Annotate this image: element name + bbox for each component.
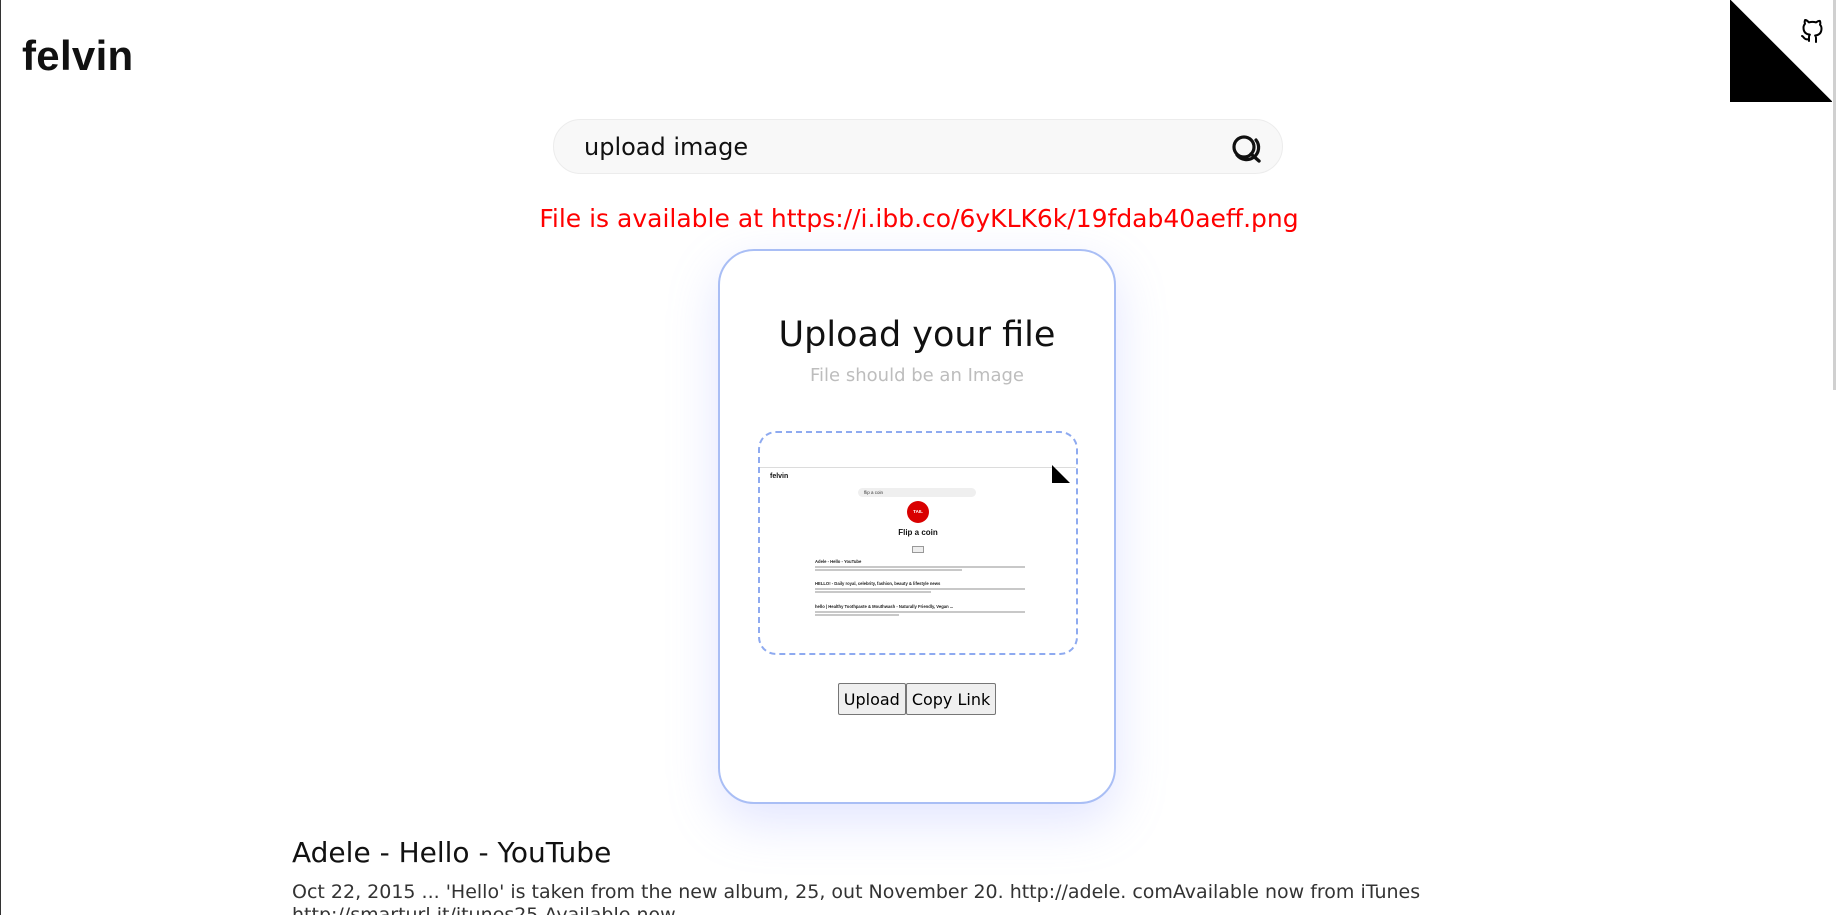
image-preview: felvin flip a coin TAIL Flip a coin Adel… — [760, 433, 1076, 653]
search-button[interactable] — [1228, 130, 1264, 166]
result-snippet: Oct 22, 2015 ... 'Hello' is taken from t… — [292, 881, 1421, 915]
search-result: Adele - Hello - YouTube Oct 22, 2015 ...… — [292, 836, 1452, 915]
file-drop-zone[interactable]: felvin flip a coin TAIL Flip a coin Adel… — [758, 431, 1078, 655]
preview-coin: TAIL — [907, 501, 929, 523]
upload-card-subtitle: File should be an Image — [810, 365, 1024, 386]
preview-result: hello | Healthy Toothpaste & Mouthwash -… — [815, 604, 1025, 616]
preview-result-title: hello | Healthy Toothpaste & Mouthwash -… — [815, 604, 954, 609]
site-logo[interactable]: felvin — [22, 32, 134, 80]
upload-status-message: File is available at https://i.ibb.co/6y… — [539, 204, 1299, 233]
preview-result-title: HELLO! - Daily royal, celebrity, fashion… — [815, 581, 941, 586]
preview-logo: felvin — [770, 473, 789, 480]
result-title-link[interactable]: Adele - Hello - YouTube — [292, 836, 1452, 869]
search-bar — [553, 119, 1283, 174]
search-icon — [1232, 135, 1261, 163]
preview-result-title: Adele - Hello - YouTube — [815, 559, 862, 564]
preview-corner-icon — [1052, 465, 1070, 483]
preview-result: HELLO! - Daily royal, celebrity, fashion… — [815, 581, 1025, 593]
upload-card-title: Upload your file — [778, 315, 1056, 355]
preview-divider — [760, 467, 1076, 468]
page: felvin File is available at https://i.ib… — [0, 0, 1836, 915]
github-corner-link[interactable] — [1730, 0, 1832, 102]
preview-button — [912, 546, 924, 553]
upload-card: Upload your file File should be an Image… — [718, 249, 1116, 804]
upload-button[interactable]: Upload — [837, 683, 906, 715]
preview-title: Flip a coin — [898, 528, 938, 537]
upload-actions: Upload Copy Link — [720, 683, 1114, 715]
preview-result: Adele - Hello - YouTube — [815, 559, 1025, 571]
copy-link-button[interactable]: Copy Link — [905, 683, 997, 715]
preview-search: flip a coin — [858, 488, 976, 497]
search-input[interactable] — [584, 128, 1204, 166]
